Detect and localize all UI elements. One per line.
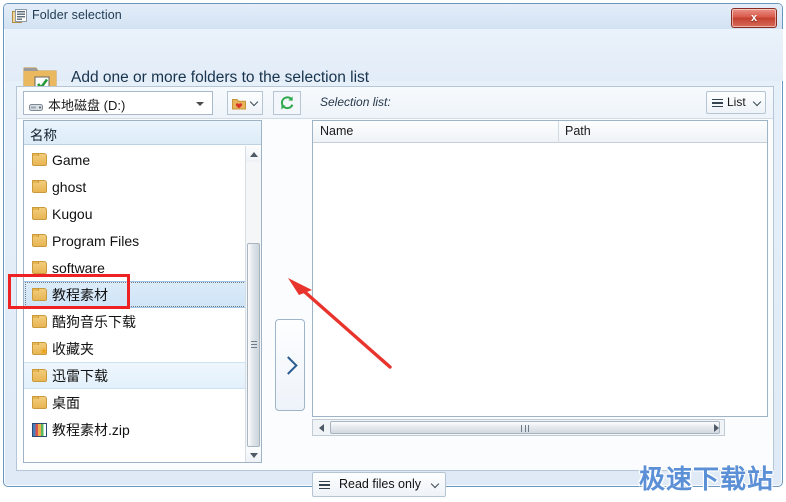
column-divider[interactable]	[558, 121, 559, 143]
header-instruction: Add one or more folders to the selection…	[71, 69, 370, 86]
zip-archive-icon	[32, 422, 47, 437]
folder-list-item[interactable]: Kugou	[24, 200, 247, 227]
folder-icon	[32, 234, 47, 247]
triangle-right-icon	[713, 423, 719, 432]
folder-list-item-label: 迅雷下载	[52, 367, 108, 384]
chevron-down-icon	[249, 97, 259, 107]
folder-icon	[32, 153, 47, 166]
chevron-down-icon	[430, 479, 440, 489]
column-header-name[interactable]: Name	[320, 124, 353, 138]
triangle-up-icon	[249, 151, 258, 157]
folder-list[interactable]: Game ghost Kugou Program Files software 教程素材酷…	[24, 146, 247, 462]
folder-list-item[interactable]: software	[24, 254, 247, 281]
selection-columns-header: Name Path	[313, 121, 767, 143]
folder-list-item[interactable]: ★ 收藏夹	[24, 335, 247, 362]
folder-icon	[32, 315, 47, 328]
chevron-down-icon	[196, 102, 204, 106]
favorites-folder-button[interactable]	[227, 91, 263, 115]
grip-icon	[251, 341, 257, 349]
folder-list-item-label: ghost	[52, 178, 87, 195]
chevron-right-icon	[278, 355, 298, 375]
folder-list-item-label: Program Files	[52, 232, 140, 249]
toolbar: 本地磁盘 (D:) Selection list: List	[17, 87, 773, 119]
folder-icon	[32, 396, 47, 409]
main-panel: 本地磁盘 (D:) Selection list: List 名称 Game g…	[16, 86, 774, 497]
scroll-up-button[interactable]	[246, 146, 261, 162]
close-button[interactable]: x	[731, 8, 777, 28]
folder-list-item-label: 桌面	[52, 394, 80, 411]
folder-list-item-label: 教程素材	[52, 286, 108, 303]
triangle-down-icon	[249, 452, 258, 458]
folder-list-item-label: software	[52, 259, 105, 276]
folder-list-item-label: 教程素材.zip	[52, 421, 130, 438]
chevron-down-icon	[752, 97, 762, 107]
folder-list-item[interactable]: Program Files	[24, 227, 247, 254]
selection-rows[interactable]	[313, 144, 767, 416]
folder-list-item[interactable]: Game	[24, 146, 247, 173]
folder-properties-icon	[12, 9, 27, 24]
hscrollbar-thumb[interactable]	[330, 421, 720, 434]
scrollbar-thumb[interactable]	[247, 243, 260, 447]
view-mode-button[interactable]: List	[706, 91, 766, 114]
drive-select[interactable]: 本地磁盘 (D:)	[23, 91, 213, 115]
folder-icon	[32, 369, 47, 382]
folder-icon	[32, 180, 47, 193]
folder-list-item-label: 酷狗音乐下载	[52, 313, 136, 330]
folder-list-item[interactable]: 教程素材	[24, 281, 247, 308]
close-icon: x	[750, 12, 758, 24]
scroll-right-button[interactable]	[708, 420, 724, 435]
folder-selection-window: Folder selection x Add one or more folde…	[3, 3, 783, 497]
refresh-icon	[279, 95, 295, 116]
folder-list-item-label: Game	[52, 151, 91, 168]
drive-icon	[29, 99, 43, 111]
refresh-button[interactable]	[273, 91, 301, 115]
selection-list-label: Selection list:	[320, 95, 391, 109]
list-lines-icon	[712, 99, 723, 108]
scroll-down-button[interactable]	[246, 447, 261, 462]
folder-list-item-label: Kugou	[52, 205, 93, 222]
triangle-left-icon	[318, 423, 324, 432]
header-banner: Add one or more folders to the selection…	[5, 29, 783, 92]
folder-list-item[interactable]: 酷狗音乐下载	[24, 308, 247, 335]
left-column-header-label: 名称	[30, 128, 57, 143]
add-to-selection-button[interactable]	[275, 319, 305, 411]
selection-list-pane: Name Path	[312, 120, 768, 417]
folder-list-item[interactable]: 教程素材.zip	[24, 416, 247, 443]
folder-icon	[32, 207, 47, 220]
drive-select-value: 本地磁盘 (D:)	[48, 98, 126, 113]
screenshot-root: Folder selection x Add one or more folde…	[0, 0, 786, 502]
folder-list-item-label: 收藏夹	[52, 340, 94, 357]
folder-icon	[32, 261, 47, 274]
folder-list-item[interactable]: 迅雷下载	[24, 362, 247, 389]
folder-browser-pane: 名称 Game ghost Kugou Program Files software 教程…	[23, 120, 262, 463]
list-lines-icon	[319, 481, 330, 490]
folder-icon	[32, 288, 47, 301]
selection-horizontal-scrollbar[interactable]	[312, 419, 725, 436]
column-header-path[interactable]: Path	[565, 124, 591, 138]
folder-list-item[interactable]: ghost	[24, 173, 247, 200]
scroll-left-button[interactable]	[313, 420, 329, 435]
folder-favorite-icon: ★	[32, 342, 48, 356]
read-files-only-button[interactable]: Read files only	[312, 472, 446, 497]
folder-favorite-icon	[232, 97, 246, 115]
left-column-header[interactable]: 名称	[24, 121, 261, 145]
left-vertical-scrollbar[interactable]	[245, 146, 261, 462]
view-mode-label: List	[727, 95, 746, 109]
grip-icon	[521, 425, 529, 432]
site-watermark: 极速下载站	[638, 464, 774, 494]
read-files-only-label: Read files only	[339, 477, 421, 491]
folder-list-item[interactable]: 桌面	[24, 389, 247, 416]
window-title: Folder selection	[32, 8, 122, 22]
window-titlebar[interactable]: Folder selection x	[4, 4, 782, 29]
